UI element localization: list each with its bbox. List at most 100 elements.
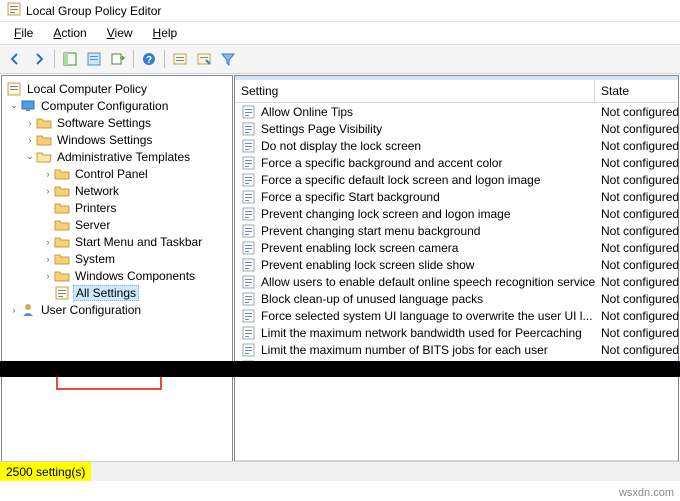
- toolbar-separator: [133, 50, 134, 68]
- tree-computer-config[interactable]: ⌄ Computer Configuration: [2, 97, 232, 114]
- tree-system[interactable]: › System: [2, 250, 232, 267]
- tree-user-config[interactable]: › User Configuration: [2, 301, 232, 318]
- menu-help[interactable]: Help: [143, 24, 188, 42]
- tree-label: Windows Components: [73, 269, 197, 283]
- folder-icon: [54, 234, 70, 250]
- tree-label: Server: [73, 218, 112, 232]
- col-header-state[interactable]: State: [595, 80, 678, 102]
- toolbar: ?: [0, 44, 680, 74]
- tree-admin-templates[interactable]: ⌄ Administrative Templates: [2, 148, 232, 165]
- folder-open-icon: [36, 149, 52, 165]
- cell-setting: Block clean-up of unused language packs: [235, 291, 595, 307]
- expand-icon[interactable]: ›: [24, 118, 36, 128]
- list-row[interactable]: Prevent enabling lock screen slide showN…: [235, 256, 678, 273]
- cell-setting: Prevent changing lock screen and logon i…: [235, 206, 595, 222]
- tree-label: Network: [73, 184, 121, 198]
- export-list-button[interactable]: [107, 48, 129, 70]
- expand-icon[interactable]: ›: [8, 305, 20, 315]
- setting-name: Prevent enabling lock screen slide show: [261, 258, 474, 272]
- show-hide-tree-button[interactable]: [59, 48, 81, 70]
- cell-state: Not configured: [595, 309, 678, 323]
- settings-list-icon: [54, 285, 70, 301]
- tree-label: User Configuration: [39, 303, 143, 317]
- list-row[interactable]: Prevent enabling lock screen camera Not c…: [235, 239, 678, 256]
- tree-control-panel[interactable]: › Control Panel: [2, 165, 232, 182]
- toolbar-separator: [54, 50, 55, 68]
- expand-icon[interactable]: ›: [42, 237, 54, 247]
- menu-view[interactable]: View: [97, 24, 143, 42]
- console-icon: [6, 81, 22, 97]
- list-row[interactable]: Allow users to enable default online spe…: [235, 273, 678, 290]
- svg-text:?: ?: [146, 55, 152, 66]
- expand-icon[interactable]: ›: [24, 135, 36, 145]
- cell-state: Not configured: [595, 156, 678, 170]
- list-row[interactable]: Settings Page VisibilityNot configured: [235, 120, 678, 137]
- menu-action[interactable]: Action: [43, 24, 96, 42]
- list-row[interactable]: Do not display the lock screenNot config…: [235, 137, 678, 154]
- setting-name: Limit the maximum number of BITS jobs fo…: [261, 343, 548, 357]
- tree-pane: Local Computer Policy ⌄ Computer Configu…: [1, 75, 233, 477]
- collapse-icon[interactable]: ⌄: [24, 151, 36, 162]
- list-row[interactable]: Limit the maximum number of BITS jobs fo…: [235, 341, 678, 358]
- tree-network[interactable]: › Network: [2, 182, 232, 199]
- help-button[interactable]: ?: [138, 48, 160, 70]
- folder-icon: [36, 115, 52, 131]
- cell-setting: Settings Page Visibility: [235, 121, 595, 137]
- policy-setting-icon: [241, 274, 257, 290]
- expand-icon[interactable]: ›: [42, 169, 54, 179]
- list-row[interactable]: Force a specific default lock screen and…: [235, 171, 678, 188]
- cell-state: Not configured: [595, 173, 678, 187]
- app-icon: [6, 1, 26, 20]
- policy-setting-icon: [241, 240, 257, 256]
- list-row[interactable]: Prevent changing start menu backgroundNo…: [235, 222, 678, 239]
- policy-setting-icon: [241, 172, 257, 188]
- list-row[interactable]: Force a specific Start backgroundNot con…: [235, 188, 678, 205]
- cell-setting: Prevent changing start menu background: [235, 223, 595, 239]
- tree-label: Control Panel: [73, 167, 150, 181]
- col-header-setting[interactable]: Setting: [235, 80, 595, 102]
- folder-icon: [54, 217, 70, 233]
- folder-icon: [54, 183, 70, 199]
- policy-setting-icon: [241, 155, 257, 171]
- expand-icon[interactable]: ›: [42, 254, 54, 264]
- tree-start-taskbar[interactable]: › Start Menu and Taskbar: [2, 233, 232, 250]
- tree-printers[interactable]: Printers: [2, 199, 232, 216]
- tree-all-settings[interactable]: All Settings: [2, 284, 232, 301]
- list-row[interactable]: Force a specific background and accent c…: [235, 154, 678, 171]
- tree-label: System: [73, 252, 117, 266]
- tree-windows-components[interactable]: › Windows Components: [2, 267, 232, 284]
- policy-setting-icon: [241, 257, 257, 273]
- list-row[interactable]: Force selected system UI language to ove…: [235, 307, 678, 324]
- list-row[interactable]: Block clean-up of unused language packs N…: [235, 290, 678, 307]
- folder-icon: [54, 166, 70, 182]
- back-button[interactable]: [4, 48, 26, 70]
- setting-name: Block clean-up of unused language packs: [261, 292, 483, 306]
- toolbar-button-1[interactable]: [169, 48, 191, 70]
- tree-software-settings[interactable]: › Software Settings: [2, 114, 232, 131]
- toolbar-button-2[interactable]: [193, 48, 215, 70]
- expand-icon[interactable]: ›: [42, 186, 54, 196]
- policy-setting-icon: [241, 342, 257, 358]
- filter-button[interactable]: [217, 48, 239, 70]
- policy-setting-icon: [241, 325, 257, 341]
- cell-state: Not configured: [595, 241, 678, 255]
- cell-setting: Force a specific background and accent c…: [235, 155, 595, 171]
- cell-state: Not configured: [595, 292, 678, 306]
- policy-setting-icon: [241, 308, 257, 324]
- tree-server[interactable]: Server: [2, 216, 232, 233]
- tree-root[interactable]: Local Computer Policy: [2, 80, 232, 97]
- tree-windows-settings[interactable]: › Windows Settings: [2, 131, 232, 148]
- folder-icon: [36, 132, 52, 148]
- list-row[interactable]: Prevent changing lock screen and logon i…: [235, 205, 678, 222]
- collapse-icon[interactable]: ⌄: [8, 100, 20, 111]
- properties-button[interactable]: [83, 48, 105, 70]
- setting-name: Prevent enabling lock screen camera: [261, 241, 458, 255]
- forward-button[interactable]: [28, 48, 50, 70]
- tree-label: Printers: [73, 201, 118, 215]
- cell-setting: Allow users to enable default online spe…: [235, 274, 595, 290]
- policy-setting-icon: [241, 189, 257, 205]
- menu-file[interactable]: File: [4, 24, 43, 42]
- list-row[interactable]: Limit the maximum network bandwidth used…: [235, 324, 678, 341]
- list-row[interactable]: Allow Online TipsNot configured: [235, 103, 678, 120]
- expand-icon[interactable]: ›: [42, 271, 54, 281]
